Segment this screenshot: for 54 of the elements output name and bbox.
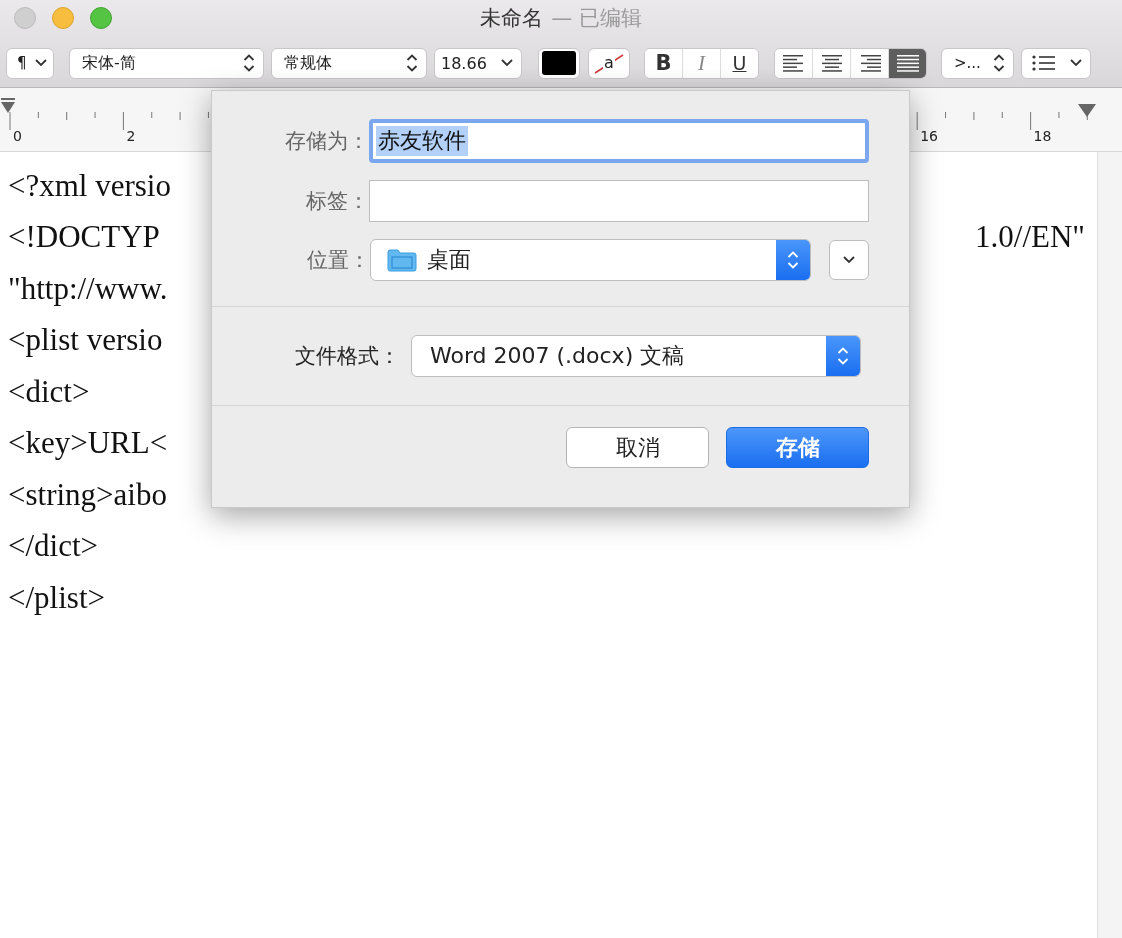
align-justify-button[interactable] [889,48,926,78]
location-popup[interactable]: 桌面 [370,239,811,281]
document-text-line: "http://www. [8,270,168,307]
field-label: 文件格式： [294,343,400,370]
font-size-field[interactable]: 18.66 [434,47,522,79]
folder-icon [387,248,417,272]
file-format-popup[interactable]: Word 2007 (.docx) 文稿 [411,335,861,377]
typeface-popup[interactable]: 常规体 [271,47,427,79]
right-margin-marker-icon[interactable] [1078,104,1096,117]
list-icon [1032,54,1056,72]
ruler-number: 2 [126,128,136,144]
chevron-down-icon [1070,59,1082,67]
cancel-button[interactable]: 取消 [566,427,709,468]
up-down-arrows-icon [243,53,255,73]
up-down-arrows-icon [837,346,849,366]
chevron-down-icon [35,59,47,67]
paragraph-style-popup[interactable]: ¶ [6,47,54,79]
document-text-line: <key>URL< [8,425,168,462]
document-text-line: </plist> [8,579,105,616]
align-justify-icon [896,54,919,72]
field-label: 存储为： [284,128,370,155]
list-style-popup[interactable] [1021,47,1091,79]
save-as-field[interactable]: 赤友软件 [369,119,869,163]
up-down-arrows-icon [993,53,1005,73]
align-left-icon [782,54,805,72]
document-text-line: <dict> [8,373,90,410]
field-label: 标签： [305,188,370,215]
text-color-well[interactable] [538,47,580,79]
font-family-popup[interactable]: 宋体-简 [69,47,264,79]
align-center-icon [820,54,843,72]
window-title: 未命名 [480,5,544,32]
save-button[interactable]: 存储 [726,427,869,468]
tags-field[interactable] [369,180,869,222]
edited-status: — 已编辑 [551,5,642,32]
background-color-well[interactable]: a [588,47,630,79]
document-text-line: <plist versio [8,322,163,359]
up-down-arrows-icon [787,250,799,270]
align-right-icon [858,54,881,72]
ruler-number: 16 [920,128,938,144]
chevron-down-icon [501,59,513,67]
line-spacing-popup[interactable]: >... [941,47,1014,79]
align-left-button[interactable] [775,48,813,78]
left-indent-marker-icon[interactable] [0,98,16,114]
bold-button[interactable]: B [645,48,683,78]
ruler-number: 0 [13,128,22,144]
ruler-number: 18 [1033,128,1052,144]
document-text-line: 1.0//EN" [975,219,1085,256]
chevron-down-icon [843,256,855,264]
document-text-line: </dict> [8,528,99,565]
up-down-arrows-icon [406,53,418,73]
document-text-line: <?xml versio [8,167,171,204]
document-text-line: <!DOCTYP [8,219,160,256]
document-text-line: <string>aibo [8,476,167,513]
field-label: 位置： [306,247,370,274]
